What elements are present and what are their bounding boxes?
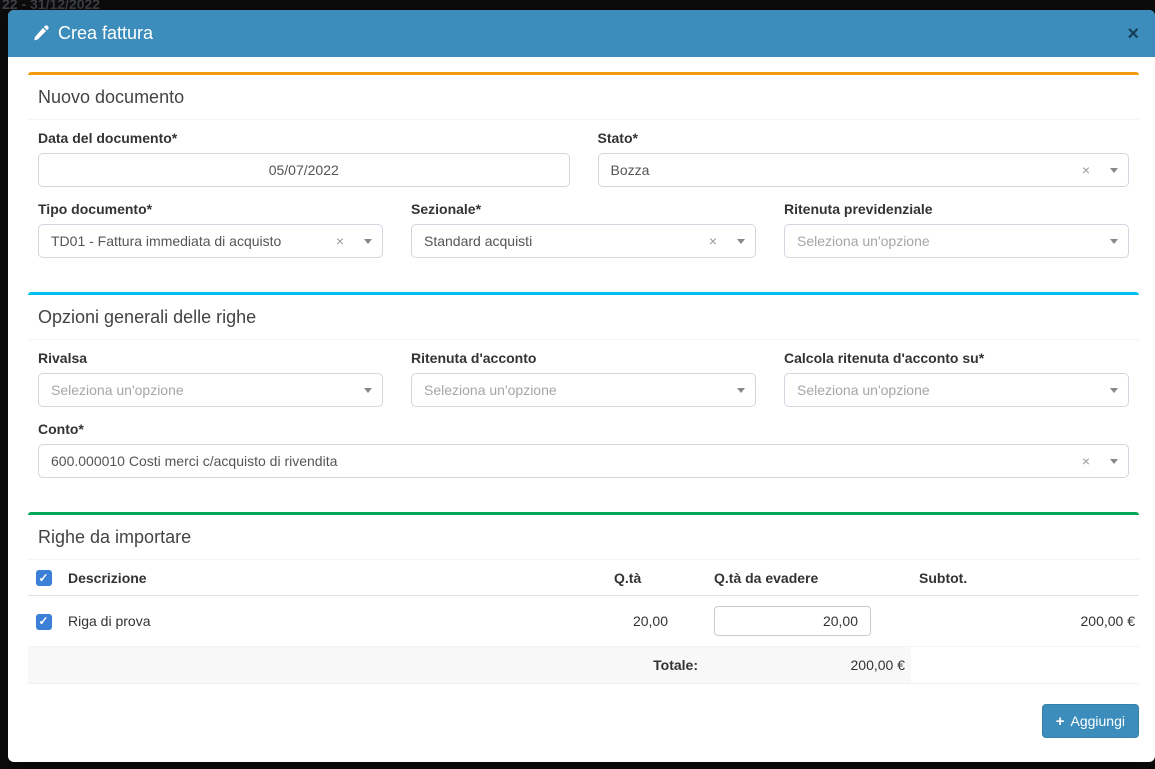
section-title-nuovo-documento: Nuovo documento: [28, 75, 1139, 120]
sezionale-select[interactable]: Standard acquisti ×: [411, 224, 756, 258]
field-sezionale: Sezionale* Standard acquisti ×: [411, 201, 756, 258]
total-row: Totale: 200,00 €: [28, 646, 1139, 685]
ritenuta-acconto-label: Ritenuta d'acconto: [411, 350, 537, 366]
data-documento-label: Data del documento*: [38, 130, 178, 146]
tipo-documento-select-value: TD01 - Fattura immediata di acquisto: [51, 233, 282, 249]
chevron-down-icon: [1110, 458, 1118, 464]
chevron-down-icon: [1110, 387, 1118, 393]
chevron-down-icon: [364, 387, 372, 393]
conto-select-value: 600.000010 Costi merci c/acquisto di riv…: [51, 453, 338, 469]
qta-da-evadere-input[interactable]: [714, 606, 871, 637]
chevron-down-icon: [737, 238, 745, 244]
tipo-documento-label: Tipo documento*: [38, 201, 153, 217]
clear-icon[interactable]: ×: [336, 234, 344, 248]
section-body-opzioni-generali: Rivalsa Seleziona un'opzione Ritenuta d'…: [28, 340, 1139, 498]
field-rivalsa: Rivalsa Seleziona un'opzione: [38, 350, 383, 407]
table-header-row: Descrizione Q.tà Q.tà da evadere Subtot.: [28, 560, 1139, 597]
data-documento-input[interactable]: [38, 153, 570, 187]
row-qta: 20,00: [606, 595, 706, 648]
conto-label: Conto*: [38, 421, 84, 437]
row-subtot: 200,00 €: [911, 595, 1139, 648]
modal-title: Crea fattura: [58, 23, 154, 43]
table-row: Riga di prova 20,00 200,00 €: [28, 595, 1139, 648]
section-righe-da-importare: Righe da importare Descrizione Q.tà Q.tà…: [28, 512, 1139, 685]
create-invoice-modal: Crea fattura × Nuovo documento Data del …: [8, 10, 1155, 762]
stato-label: Stato*: [597, 130, 638, 146]
total-empty-cell: [911, 646, 1139, 685]
sezionale-label: Sezionale*: [411, 201, 482, 217]
plus-icon: +: [1055, 712, 1065, 730]
chevron-down-icon: [1110, 238, 1118, 244]
chevron-down-icon: [1110, 167, 1118, 173]
righe-table: Descrizione Q.tà Q.tà da evadere Subtot.…: [28, 560, 1139, 685]
modal-header: Crea fattura ×: [8, 10, 1155, 57]
tipo-documento-select[interactable]: TD01 - Fattura immediata di acquisto ×: [38, 224, 383, 258]
ritenuta-acconto-select[interactable]: Seleziona un'opzione: [411, 373, 756, 407]
section-nuovo-documento: Nuovo documento Data del documento* Stat…: [28, 72, 1139, 278]
col-header-qta-da-evadere: Q.tà da evadere: [706, 560, 911, 597]
clear-icon[interactable]: ×: [1082, 454, 1090, 468]
section-opzioni-generali: Opzioni generali delle righe Rivalsa Sel…: [28, 292, 1139, 498]
close-icon[interactable]: ×: [1127, 24, 1139, 44]
field-conto: Conto* 600.000010 Costi merci c/acquisto…: [38, 421, 1129, 478]
field-data-documento: Data del documento*: [38, 130, 570, 187]
rivalsa-placeholder: Seleziona un'opzione: [51, 382, 184, 398]
add-button[interactable]: + Aggiungi: [1041, 704, 1139, 739]
chevron-down-icon: [737, 387, 745, 393]
total-value: 200,00 €: [706, 646, 911, 685]
modal-body: Nuovo documento Data del documento* Stat…: [8, 57, 1155, 685]
calcola-ritenuta-placeholder: Seleziona un'opzione: [797, 382, 930, 398]
col-header-descrizione: Descrizione: [60, 560, 606, 597]
row-checkbox[interactable]: [36, 613, 52, 630]
clear-icon[interactable]: ×: [709, 234, 717, 248]
section-title-righe: Righe da importare: [28, 515, 1139, 560]
conto-select[interactable]: 600.000010 Costi merci c/acquisto di riv…: [38, 444, 1129, 478]
field-ritenuta-acconto: Ritenuta d'acconto Seleziona un'opzione: [411, 350, 756, 407]
stato-select-value: Bozza: [610, 162, 650, 178]
ritenuta-previdenziale-label: Ritenuta previdenziale: [784, 201, 933, 217]
chevron-down-icon: [364, 238, 372, 244]
select-all-checkbox[interactable]: [36, 570, 52, 587]
sezionale-select-value: Standard acquisti: [424, 233, 533, 249]
col-header-subtot: Subtot.: [911, 560, 1139, 597]
ritenuta-previdenziale-placeholder: Seleziona un'opzione: [797, 233, 930, 249]
ritenuta-acconto-placeholder: Seleziona un'opzione: [424, 382, 557, 398]
field-ritenuta-previdenziale: Ritenuta previdenziale Seleziona un'opzi…: [784, 201, 1129, 258]
col-header-qta: Q.tà: [606, 560, 706, 597]
ritenuta-previdenziale-select[interactable]: Seleziona un'opzione: [784, 224, 1129, 258]
row-descrizione: Riga di prova: [60, 595, 606, 648]
total-label: Totale:: [28, 646, 706, 685]
calcola-ritenuta-label: Calcola ritenuta d'acconto su*: [784, 350, 985, 366]
field-calcola-ritenuta: Calcola ritenuta d'acconto su* Seleziona…: [784, 350, 1129, 407]
stato-select[interactable]: Bozza ×: [597, 153, 1129, 187]
field-tipo-documento: Tipo documento* TD01 - Fattura immediata…: [38, 201, 383, 258]
pencil-icon: [32, 25, 49, 42]
add-button-label: Aggiungi: [1070, 713, 1126, 730]
section-body-nuovo-documento: Data del documento* Stato* Bozza ×: [28, 120, 1139, 278]
modal-footer: + Aggiungi: [8, 698, 1155, 739]
rivalsa-select[interactable]: Seleziona un'opzione: [38, 373, 383, 407]
section-title-opzioni-generali: Opzioni generali delle righe: [28, 295, 1139, 340]
clear-icon[interactable]: ×: [1082, 163, 1090, 177]
field-stato: Stato* Bozza ×: [597, 130, 1129, 187]
calcola-ritenuta-select[interactable]: Seleziona un'opzione: [784, 373, 1129, 407]
rivalsa-label: Rivalsa: [38, 350, 88, 366]
